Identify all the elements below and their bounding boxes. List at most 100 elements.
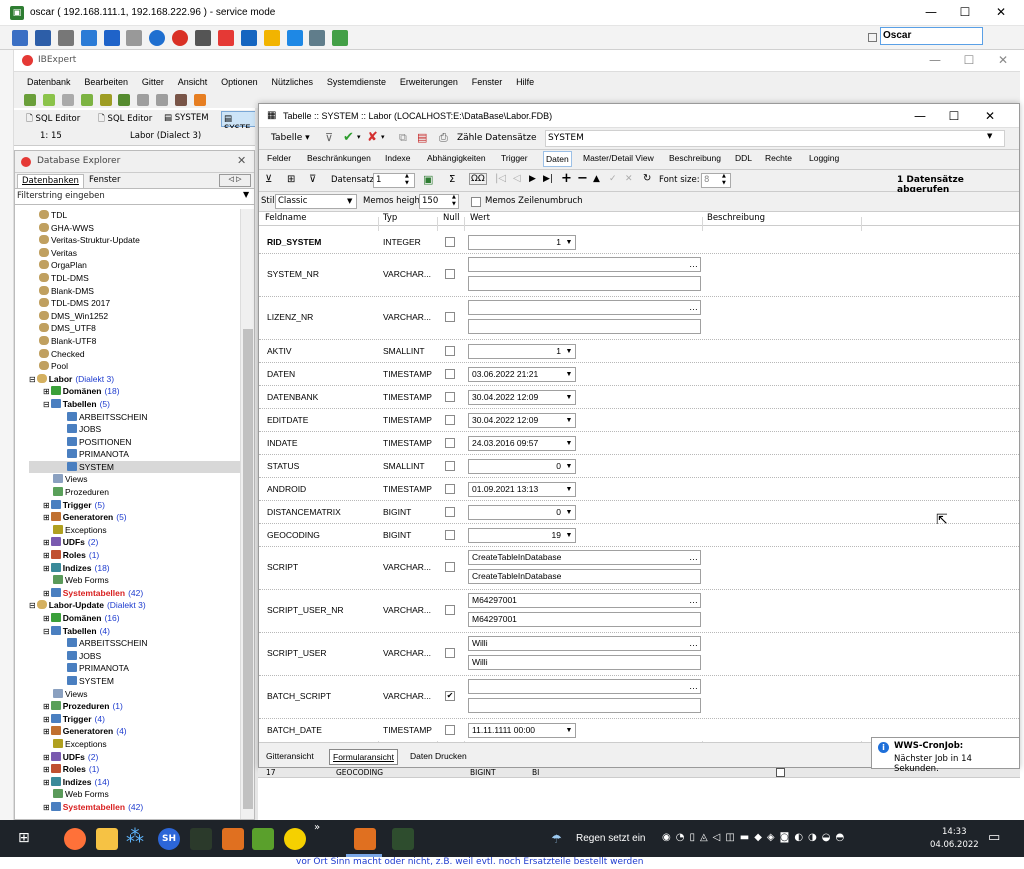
- font-size-spinner[interactable]: ▲ ▼: [722, 173, 726, 187]
- tree-item[interactable]: DMS_Win1252: [29, 310, 241, 323]
- outer-minimize-button[interactable]: —: [916, 5, 946, 19]
- grid-filter2-icon[interactable]: ⊽: [309, 174, 316, 185]
- tab-rechte[interactable]: Rechte: [765, 153, 792, 163]
- tree-item[interactable]: ⊞ Trigger (4): [29, 713, 241, 726]
- tab-gitteransicht[interactable]: Gitteransicht: [263, 749, 317, 765]
- tab-daten[interactable]: Daten: [543, 151, 572, 167]
- tree-item[interactable]: ⊞ Roles (1): [29, 549, 241, 562]
- tree-item[interactable]: ⊞ Trigger (5): [29, 499, 241, 512]
- memo-preview[interactable]: [468, 276, 701, 291]
- menu-systemdienste[interactable]: Systemdienste: [327, 77, 386, 87]
- dropdown-icon[interactable]: ▼: [564, 461, 574, 472]
- memo-preview[interactable]: M64297001: [468, 612, 701, 627]
- tree-item[interactable]: ⊞ Roles (1): [29, 763, 241, 776]
- null-checkbox[interactable]: [445, 346, 455, 356]
- connect-db-icon[interactable]: [42, 94, 55, 106]
- prior-record-icon[interactable]: ◁: [513, 173, 521, 184]
- tree-expander-icon[interactable]: ⊞: [43, 702, 50, 711]
- dropdown-icon[interactable]: ▼: [564, 346, 574, 357]
- file-explorer-icon[interactable]: [96, 828, 118, 850]
- tw-close-button[interactable]: ✕: [975, 109, 1005, 123]
- tree-item[interactable]: ⊟ Labor (Dialekt 3): [29, 373, 241, 386]
- user-field[interactable]: Oscar: [880, 27, 983, 45]
- explorer-scrollbar[interactable]: [240, 209, 254, 819]
- tree-item[interactable]: JOBS: [29, 423, 241, 436]
- null-checkbox[interactable]: [445, 392, 455, 402]
- tree-item[interactable]: Views: [29, 688, 241, 701]
- edit-record-icon[interactable]: ▲: [593, 174, 600, 184]
- date-picker[interactable]: 30.04.2022 12:09 ▼: [468, 413, 576, 428]
- number-input[interactable]: 0 ▼: [468, 505, 576, 520]
- tree-item[interactable]: ⊟ Tabellen (5): [29, 398, 241, 411]
- tree-item[interactable]: ⊞ Generatoren (4): [29, 725, 241, 738]
- tree-item[interactable]: ⊟ Tabellen (4): [29, 625, 241, 638]
- font-size-input[interactable]: 8: [701, 173, 731, 188]
- col-header-type[interactable]: Typ: [383, 213, 397, 223]
- refresh-icon[interactable]: [80, 30, 97, 46]
- ellipsis-button[interactable]: …: [689, 594, 698, 606]
- doc-tab-sql-editor-1[interactable]: 🗋 SQL Editor: [26, 113, 80, 127]
- menu-hilfe[interactable]: Hilfe: [516, 77, 534, 87]
- info-icon[interactable]: [149, 30, 166, 46]
- menu-bearbeiten[interactable]: Bearbeiten: [84, 77, 128, 87]
- tree-expander-icon[interactable]: ⊞: [43, 551, 50, 560]
- grid-filter-icon[interactable]: ⊻: [265, 174, 272, 185]
- tree-expander-icon[interactable]: ⊟: [43, 627, 50, 636]
- tw-maximize-button[interactable]: ☐: [939, 109, 969, 123]
- last-record-icon[interactable]: ▶|: [543, 174, 553, 184]
- ib-close-button[interactable]: ✕: [988, 53, 1018, 67]
- dropdown-icon[interactable]: ▼: [564, 438, 574, 449]
- firefox-icon[interactable]: [64, 828, 86, 850]
- tree-item[interactable]: ⊞ Prozeduren (1): [29, 700, 241, 713]
- tab-formularansicht[interactable]: Formularansicht: [329, 749, 398, 765]
- settings-icon[interactable]: [57, 30, 74, 46]
- disconnect-db-icon[interactable]: [61, 94, 74, 106]
- rollback-icon[interactable]: ✘: [367, 130, 378, 145]
- document-icon[interactable]: [137, 94, 150, 106]
- ib-minimize-button[interactable]: —: [920, 53, 950, 67]
- ib-maximize-button[interactable]: ☐: [954, 53, 984, 67]
- null-checkbox[interactable]: [445, 312, 455, 322]
- ellipsis-button[interactable]: …: [689, 551, 698, 563]
- tree-item[interactable]: TDL-DMS 2017: [29, 297, 241, 310]
- memo-input[interactable]: …: [468, 679, 701, 694]
- tree-item[interactable]: ⊞ Systemtabellen (42): [29, 801, 241, 814]
- tree-item[interactable]: ⊞ UDFs (2): [29, 751, 241, 764]
- tree-item[interactable]: Checked: [29, 348, 241, 361]
- doc-tab-system[interactable]: ▤ SYSTEM: [164, 113, 209, 123]
- ellipsis-button[interactable]: …: [689, 637, 698, 649]
- notifications-icon[interactable]: ▭: [988, 830, 1000, 845]
- tab-datenbanken[interactable]: Datenbanken: [17, 174, 84, 188]
- ellipsis-button[interactable]: …: [689, 258, 698, 270]
- tree-item[interactable]: Blank-UTF8: [29, 335, 241, 348]
- memos-height-spinner[interactable]: ▲ ▼: [452, 194, 456, 208]
- ellipsis-button[interactable]: …: [689, 301, 698, 313]
- tab-indexe[interactable]: Indexe: [385, 153, 411, 163]
- number-input[interactable]: 1 ▼: [468, 344, 576, 359]
- tab-beschr-nkungen[interactable]: Beschränkungen: [307, 153, 371, 163]
- tree-item[interactable]: TDL: [29, 209, 241, 222]
- dropdown-icon[interactable]: ▼: [564, 725, 574, 736]
- tree-item[interactable]: ⊟ Labor-Update (Dialekt 3): [29, 599, 241, 612]
- rollback-dropdown-icon[interactable]: ▾: [381, 133, 385, 141]
- table-name-dropdown-icon[interactable]: ▼: [987, 132, 992, 140]
- stop-icon[interactable]: [172, 30, 189, 46]
- col-header-fieldname[interactable]: Feldname: [265, 213, 307, 223]
- sh-app-icon[interactable]: SH: [158, 828, 180, 850]
- clock-date[interactable]: 04.06.2022: [930, 840, 979, 850]
- create-db-icon[interactable]: [80, 94, 93, 106]
- remote-running-icon[interactable]: [392, 828, 414, 850]
- null-checkbox[interactable]: [445, 484, 455, 494]
- lightning-icon[interactable]: [195, 30, 211, 46]
- tree-expander-icon[interactable]: ⊞: [43, 614, 50, 623]
- col-header-description[interactable]: Beschreibung: [707, 213, 765, 223]
- commit-icon[interactable]: ✔: [343, 130, 354, 145]
- tree-item[interactable]: PRIMANOTA: [29, 662, 241, 675]
- menu-fenster[interactable]: Fenster: [472, 77, 503, 87]
- tree-expander-icon[interactable]: ⊞: [43, 589, 50, 598]
- tree-item[interactable]: Prozeduren: [29, 486, 241, 499]
- tree-expander-icon[interactable]: ⊞: [43, 501, 50, 510]
- tray-icons[interactable]: ◉◔▯◬◁◫▬◆◈◙◐◑◒◓: [662, 832, 849, 843]
- col-header-value[interactable]: Wert: [470, 213, 490, 223]
- tree-item[interactable]: ⊞ Domänen (16): [29, 612, 241, 625]
